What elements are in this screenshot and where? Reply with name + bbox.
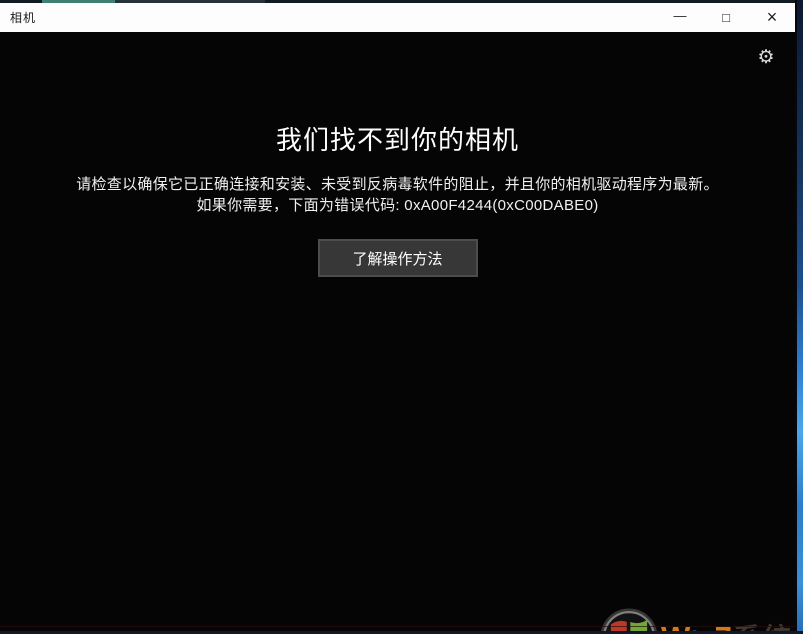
close-button[interactable]: × [749, 3, 795, 32]
maximize-icon: □ [722, 10, 730, 25]
error-description: 请检查以确保它已正确连接和安装、未受到反病毒软件的阻止，并且你的相机驱动程序为最… [0, 174, 795, 195]
title-bar: 相机 — □ × [0, 3, 795, 32]
close-icon: × [767, 7, 778, 28]
minimize-button[interactable]: — [657, 3, 703, 32]
learn-how-button[interactable]: 了解操作方法 [318, 239, 478, 277]
settings-button[interactable]: ⚙ [753, 45, 779, 71]
desktop-right-sliver [795, 0, 803, 634]
camera-error-panel: 我们找不到你的相机 请检查以确保它已正确连接和安装、未受到反病毒软件的阻止，并且… [0, 32, 795, 277]
bottom-artifact-line [0, 626, 795, 627]
maximize-button[interactable]: □ [703, 3, 749, 32]
camera-viewport: ⚙ 我们找不到你的相机 请检查以确保它已正确连接和安装、未受到反病毒软件的阻止，… [0, 32, 795, 631]
app-title: 相机 [0, 9, 36, 26]
error-code-line: 如果你需要，下面为错误代码: 0xA00F4244(0xC00DABE0) [0, 195, 795, 216]
window-controls: — □ × [657, 3, 795, 32]
minimize-icon: — [674, 8, 687, 23]
gear-icon: ⚙ [757, 47, 774, 68]
error-title: 我们找不到你的相机 [0, 120, 795, 157]
